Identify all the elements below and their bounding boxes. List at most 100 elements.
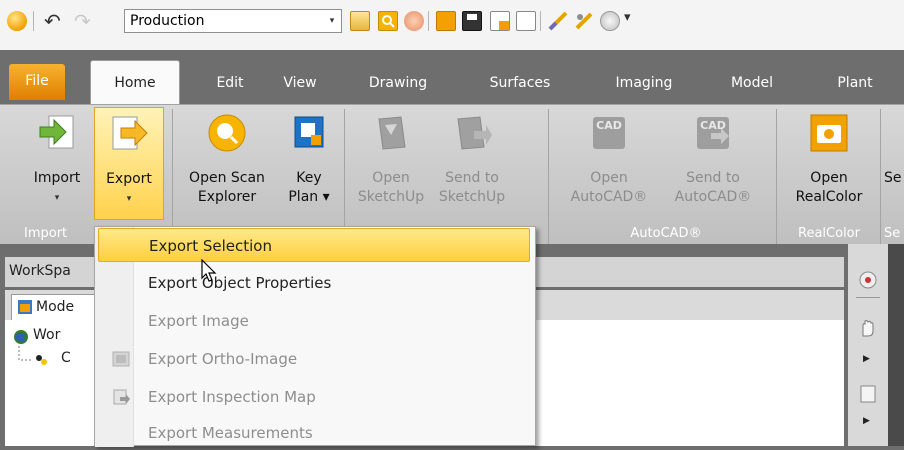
- quick-access-toolbar: ↶ ↷ Production ▾ ▾: [0, 0, 904, 50]
- ortho-image-icon: [112, 351, 130, 367]
- plan-label: Plan ▾: [288, 189, 330, 205]
- group-label-realcolor: RealColor: [798, 226, 860, 241]
- tree-child-label[interactable]: C: [61, 350, 71, 366]
- tab-surfaces[interactable]: Surfaces: [466, 68, 574, 100]
- open-scan-explorer-button[interactable]: Open Scan Explorer: [178, 105, 276, 220]
- autocad-label: AutoCAD®: [674, 189, 752, 205]
- menu-item-export-selection[interactable]: Export Selection: [98, 228, 530, 262]
- import-button[interactable]: Import ▾: [24, 105, 90, 220]
- chevron-down-icon: ▾: [54, 193, 60, 203]
- tab-drawing[interactable]: Drawing: [350, 68, 446, 100]
- panel-edge: [888, 244, 904, 446]
- export-icon: [109, 114, 149, 154]
- tab-model[interactable]: Model: [712, 68, 792, 100]
- tab-view[interactable]: View: [268, 68, 332, 100]
- export-dropdown-menu: Export Selection Export Object Propertie…: [94, 226, 536, 447]
- project-combo[interactable]: Production ▾: [124, 9, 342, 33]
- autocad-label: AutoCAD®: [570, 189, 648, 205]
- toolbar-separator: [33, 11, 34, 31]
- new-document-icon[interactable]: [490, 11, 510, 31]
- group-label-autocad: AutoCAD®: [630, 226, 702, 241]
- key-plan-button[interactable]: Key Plan ▾: [280, 105, 338, 220]
- save-icon[interactable]: [462, 11, 482, 31]
- right-toolbar: ▶ ▶: [848, 244, 904, 446]
- menu-item-label: Export Image: [148, 312, 249, 330]
- export-label: Export: [106, 171, 152, 187]
- tree-connector: [18, 346, 47, 365]
- send-to-label: Send to: [445, 170, 499, 186]
- open-realcolor-button[interactable]: Open RealColor: [780, 105, 878, 220]
- page-icon[interactable]: [858, 384, 878, 404]
- menu-item-label: Export Object Properties: [148, 274, 332, 292]
- send-autocad-icon: CAD: [693, 113, 733, 153]
- chevron-right-icon[interactable]: ▶: [863, 416, 870, 426]
- key-plan-icon: [289, 113, 329, 153]
- key-label: Key: [296, 170, 322, 186]
- scan-explorer-icon: [207, 113, 247, 153]
- menu-item-export-image: Export Image: [98, 304, 530, 338]
- tab-plant[interactable]: Plant: [806, 68, 904, 100]
- open-folder-icon[interactable]: [350, 11, 370, 31]
- menu-item-export-measurements: Export Measurements: [98, 416, 530, 450]
- scan-explorer-icon[interactable]: [404, 11, 424, 31]
- open-autocad-button: CAD Open AutoCAD®: [556, 105, 662, 220]
- realcolor-label: RealColor: [795, 189, 863, 205]
- document-icon[interactable]: [516, 11, 536, 31]
- group-separator: [880, 109, 881, 245]
- realcolor-icon[interactable]: [436, 11, 456, 31]
- globe-icon: [14, 330, 28, 344]
- send-sketchup-icon: [452, 113, 492, 153]
- sketchup-label: SketchUp: [438, 189, 506, 205]
- project-combo-value: Production: [130, 13, 205, 29]
- open-label: Open: [810, 170, 848, 186]
- menu-item-export-inspection-map: Export Inspection Map: [98, 380, 530, 414]
- menu-item-label: Export Selection: [149, 237, 272, 255]
- menu-item-export-object-properties[interactable]: Export Object Properties: [98, 266, 530, 300]
- partial-label: Se: [884, 170, 902, 186]
- chevron-right-icon[interactable]: ▶: [863, 354, 870, 364]
- cad-icon-text: CAD: [596, 119, 622, 132]
- tree-root-label[interactable]: Wor: [33, 327, 60, 343]
- realcolor-icon: [809, 113, 849, 153]
- orbit-icon[interactable]: [858, 270, 878, 290]
- toolbar-separator: [540, 11, 541, 31]
- tab-model-space[interactable]: Mode: [11, 294, 101, 320]
- send-to-autocad-button: CAD Send to AutoCAD®: [660, 105, 766, 220]
- send-to-sketchup-button: Send to SketchUp: [430, 105, 514, 220]
- group-separator: [344, 109, 345, 245]
- search-icon[interactable]: [378, 11, 398, 31]
- tab-edit[interactable]: Edit: [200, 68, 260, 100]
- chevron-down-icon[interactable]: ▾: [323, 10, 341, 32]
- toolbar-separator: [856, 297, 880, 298]
- open-label: Open: [372, 170, 410, 186]
- partial-ribbon-button[interactable]: Se: [884, 105, 904, 220]
- toolbar-separator: [428, 11, 429, 31]
- undo-icon[interactable]: ↶: [44, 9, 61, 33]
- pan-hand-icon[interactable]: [858, 318, 878, 338]
- group-separator: [776, 109, 777, 245]
- tab-imaging[interactable]: Imaging: [592, 68, 696, 100]
- tab-model-label: Mode: [36, 299, 75, 315]
- explorer-label: Explorer: [197, 189, 257, 205]
- menu-item-label: Export Measurements: [148, 424, 313, 442]
- group-separator: [172, 109, 173, 245]
- open-sketchup-button: Open SketchUp: [352, 105, 430, 220]
- group-separator: [548, 109, 549, 245]
- autocad-icon: CAD: [589, 113, 629, 153]
- export-button[interactable]: Export ▾: [94, 107, 164, 220]
- settings-icon[interactable]: [600, 11, 620, 31]
- pencil-icon[interactable]: [574, 11, 594, 31]
- import-icon: [37, 113, 77, 153]
- menu-item-label: Export Ortho-Image: [148, 350, 298, 368]
- open-label: Open: [590, 170, 628, 186]
- mouse-cursor-icon: [201, 259, 217, 282]
- app-menu-icon[interactable]: [7, 11, 27, 31]
- group-label-partial: Se: [884, 226, 901, 241]
- tab-file[interactable]: File: [9, 64, 65, 100]
- chevron-down-icon: ▾: [126, 194, 132, 204]
- model-icon: [18, 300, 32, 314]
- menu-item-export-ortho-image: Export Ortho-Image: [98, 342, 530, 376]
- tab-home[interactable]: Home: [90, 60, 180, 104]
- customize-toolbar-icon[interactable]: ▾: [624, 10, 631, 25]
- measure-icon[interactable]: [548, 11, 568, 31]
